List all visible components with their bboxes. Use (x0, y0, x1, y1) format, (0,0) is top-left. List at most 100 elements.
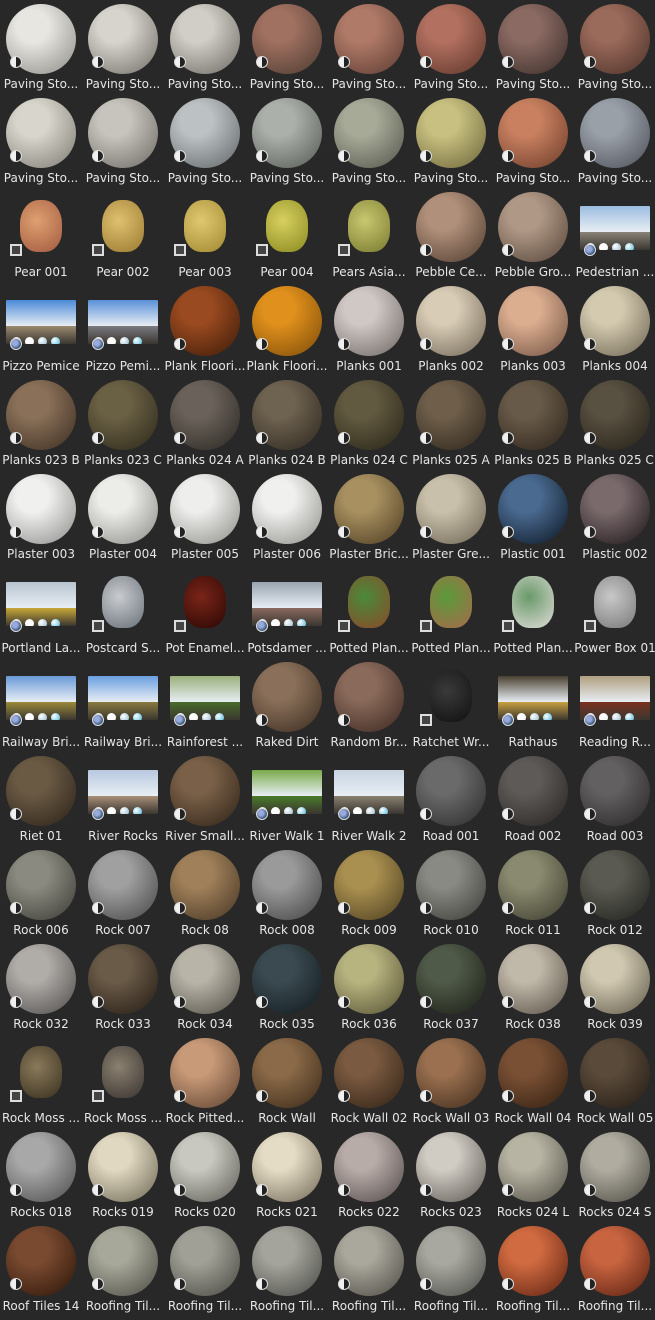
asset-tile[interactable]: Power Box 01 (574, 564, 655, 658)
asset-tile[interactable]: Plank Floori... (246, 282, 328, 376)
asset-tile[interactable]: Pizzo Pemi... (82, 282, 164, 376)
asset-tile[interactable]: Rocks 024 S (574, 1128, 655, 1222)
asset-tile[interactable]: Rock 038 (492, 940, 574, 1034)
asset-tile[interactable]: Railway Bri... (82, 658, 164, 752)
asset-tile[interactable]: Plaster 003 (0, 470, 82, 564)
asset-tile[interactable]: Rock 034 (164, 940, 246, 1034)
asset-tile[interactable]: Planks 024 B (246, 376, 328, 470)
asset-tile[interactable]: Rock 006 (0, 846, 82, 940)
asset-tile[interactable]: Paving Sto... (574, 94, 655, 188)
asset-tile[interactable]: Rocks 021 (246, 1128, 328, 1222)
asset-tile[interactable]: Plaster 004 (82, 470, 164, 564)
asset-tile[interactable]: Paving Sto... (574, 0, 655, 94)
asset-tile[interactable]: Rock Wall (246, 1034, 328, 1128)
asset-tile[interactable]: Rocks 018 (0, 1128, 82, 1222)
asset-tile[interactable]: Paving Sto... (492, 0, 574, 94)
asset-tile[interactable]: Portland La... (0, 564, 82, 658)
asset-tile[interactable]: Pebble Gro... (492, 188, 574, 282)
asset-tile[interactable]: Rock 010 (410, 846, 492, 940)
asset-tile[interactable]: Planks 004 (574, 282, 655, 376)
asset-tile[interactable]: Rock 009 (328, 846, 410, 940)
asset-tile[interactable]: Paving Sto... (328, 0, 410, 94)
asset-tile[interactable]: Rock 032 (0, 940, 82, 1034)
asset-tile[interactable]: Rocks 019 (82, 1128, 164, 1222)
asset-tile[interactable]: Paving Sto... (246, 0, 328, 94)
asset-tile[interactable]: Plaster Gre... (410, 470, 492, 564)
asset-tile[interactable]: River Walk 1 (246, 752, 328, 846)
asset-tile[interactable]: Rock Moss ... (0, 1034, 82, 1128)
asset-tile[interactable]: Rock 035 (246, 940, 328, 1034)
asset-tile[interactable]: Roof Tiles 14 (0, 1222, 82, 1316)
asset-tile[interactable]: Paving Sto... (410, 0, 492, 94)
asset-tile[interactable]: Pear 002 (82, 188, 164, 282)
asset-tile[interactable]: Paving Sto... (82, 94, 164, 188)
asset-tile[interactable]: Reading R... (574, 658, 655, 752)
asset-tile[interactable]: Rock Pitted... (164, 1034, 246, 1128)
asset-tile[interactable]: Road 002 (492, 752, 574, 846)
asset-tile[interactable]: Raked Dirt (246, 658, 328, 752)
asset-tile[interactable]: Rocks 020 (164, 1128, 246, 1222)
asset-tile[interactable]: Roofing Til... (164, 1222, 246, 1316)
asset-tile[interactable]: Plaster 006 (246, 470, 328, 564)
asset-tile[interactable]: Rock 007 (82, 846, 164, 940)
asset-tile[interactable]: Random Br... (328, 658, 410, 752)
asset-tile[interactable]: Rock Wall 04 (492, 1034, 574, 1128)
asset-tile[interactable]: Rock Wall 02 (328, 1034, 410, 1128)
asset-tile[interactable]: Rock 039 (574, 940, 655, 1034)
asset-tile[interactable]: Rock 033 (82, 940, 164, 1034)
asset-tile[interactable]: Planks 024 C (328, 376, 410, 470)
asset-tile[interactable]: Roofing Til... (492, 1222, 574, 1316)
asset-tile[interactable]: Roofing Til... (328, 1222, 410, 1316)
asset-tile[interactable]: Potsdamer ... (246, 564, 328, 658)
asset-tile[interactable]: Plastic 001 (492, 470, 574, 564)
asset-tile[interactable]: Paving Sto... (328, 94, 410, 188)
asset-tile[interactable]: Roofing Til... (246, 1222, 328, 1316)
asset-tile[interactable]: Potted Plan... (328, 564, 410, 658)
asset-tile[interactable]: Rock 008 (246, 846, 328, 940)
asset-tile[interactable]: Planks 025 A (410, 376, 492, 470)
asset-tile[interactable]: Road 001 (410, 752, 492, 846)
asset-tile[interactable]: Riet 01 (0, 752, 82, 846)
asset-tile[interactable]: Rock Moss ... (82, 1034, 164, 1128)
asset-tile[interactable]: Pear 003 (164, 188, 246, 282)
asset-tile[interactable]: Planks 002 (410, 282, 492, 376)
asset-tile[interactable]: Rock Wall 05 (574, 1034, 655, 1128)
asset-tile[interactable]: Plaster Bric... (328, 470, 410, 564)
asset-tile[interactable]: Potted Plan... (410, 564, 492, 658)
asset-tile[interactable]: Postcard S... (82, 564, 164, 658)
asset-tile[interactable]: Pebble Ce... (410, 188, 492, 282)
asset-tile[interactable]: Planks 003 (492, 282, 574, 376)
asset-tile[interactable]: Paving Sto... (0, 94, 82, 188)
asset-tile[interactable]: Rocks 023 (410, 1128, 492, 1222)
asset-tile[interactable]: Roofing Til... (82, 1222, 164, 1316)
asset-tile[interactable]: Ratchet Wr... (410, 658, 492, 752)
asset-tile[interactable]: Pear 001 (0, 188, 82, 282)
asset-tile[interactable]: Rock 012 (574, 846, 655, 940)
asset-tile[interactable]: Planks 023 B (0, 376, 82, 470)
asset-tile[interactable]: Roofing Til... (574, 1222, 655, 1316)
asset-tile[interactable]: Rocks 022 (328, 1128, 410, 1222)
asset-tile[interactable]: Paving Sto... (82, 0, 164, 94)
asset-tile[interactable]: Plank Floori... (164, 282, 246, 376)
asset-tile[interactable]: Pizzo Pemice (0, 282, 82, 376)
asset-tile[interactable]: Railway Bri... (0, 658, 82, 752)
asset-tile[interactable]: River Walk 2 (328, 752, 410, 846)
asset-tile[interactable]: Planks 001 (328, 282, 410, 376)
asset-tile[interactable]: Rock Wall 03 (410, 1034, 492, 1128)
asset-tile[interactable]: Rock 011 (492, 846, 574, 940)
asset-tile[interactable]: Pears Asia... (328, 188, 410, 282)
asset-tile[interactable]: Paving Sto... (492, 94, 574, 188)
asset-tile[interactable]: River Small... (164, 752, 246, 846)
asset-tile[interactable]: Rock 036 (328, 940, 410, 1034)
asset-tile[interactable]: Road 003 (574, 752, 655, 846)
asset-tile[interactable]: Pear 004 (246, 188, 328, 282)
asset-tile[interactable]: Paving Sto... (246, 94, 328, 188)
asset-tile[interactable]: Roofing Til... (410, 1222, 492, 1316)
asset-tile[interactable]: Planks 025 C (574, 376, 655, 470)
asset-tile[interactable]: River Rocks (82, 752, 164, 846)
asset-tile[interactable]: Plastic 002 (574, 470, 655, 564)
asset-tile[interactable]: Plaster 005 (164, 470, 246, 564)
asset-tile[interactable]: Pot Enamel... (164, 564, 246, 658)
asset-tile[interactable]: Planks 025 B (492, 376, 574, 470)
asset-tile[interactable]: Paving Sto... (164, 0, 246, 94)
